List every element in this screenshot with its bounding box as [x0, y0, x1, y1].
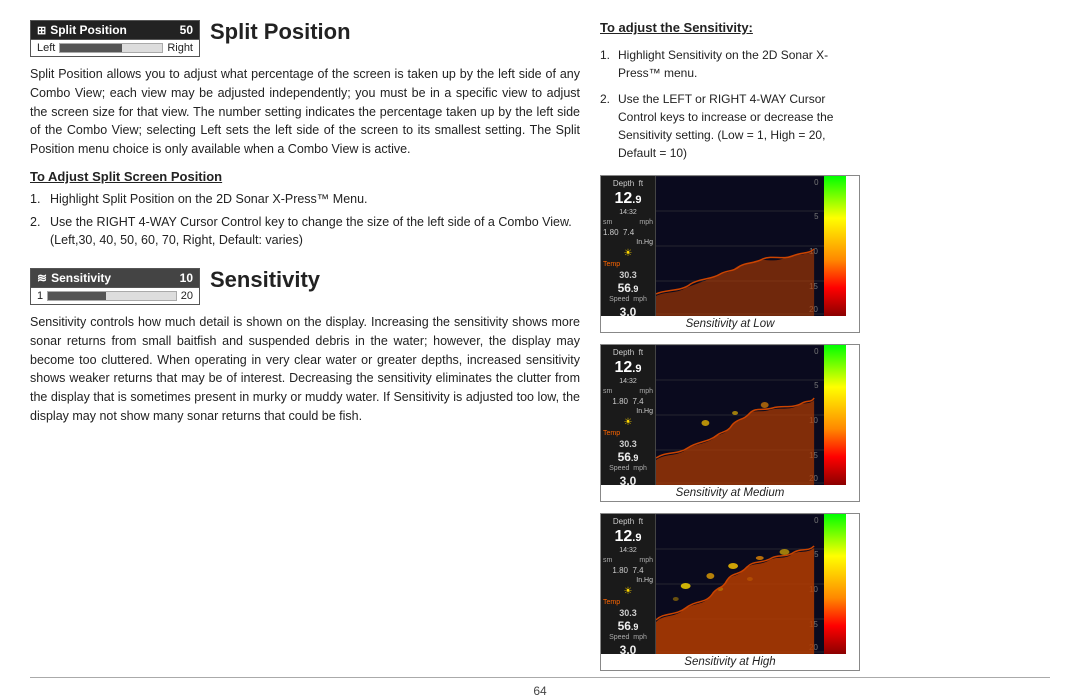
widget-left-label: Left	[37, 42, 55, 54]
sonar-caption-low: Sensitivity at Low	[601, 316, 859, 332]
widget-right-label: Right	[167, 42, 193, 54]
split-steps-list: 1. Highlight Split Position on the 2D So…	[30, 190, 580, 250]
split-position-title: Split Position	[210, 20, 351, 44]
split-slider[interactable]	[59, 43, 163, 53]
sensitivity-body: Sensitivity controls how much detail is …	[30, 313, 580, 426]
page: ⊞ Split Position 50 Left Right Split Pos…	[0, 0, 1080, 688]
sonar-panel-low: Depth ft 12.9 14:32 sm mph 1.80 7.4 In.H…	[600, 175, 860, 333]
sonar-info-med: Depth ft 12.9 14:32 sm mph 1.80 7.4 In.H…	[601, 345, 656, 485]
sens-max: 20	[181, 290, 193, 302]
split-position-header: ⊞ Split Position 50 Left Right Split Pos…	[30, 20, 580, 57]
sens-value: 10	[180, 271, 193, 285]
widget-value: 50	[180, 23, 193, 37]
adjust-split-screen-title: To Adjust Split Screen Position	[30, 169, 580, 184]
depth-label: Depth ft	[613, 179, 643, 189]
sonar-colorbar-low	[824, 176, 846, 316]
sonar-image-low: Depth ft 12.9 14:32 sm mph 1.80 7.4 In.H…	[601, 176, 846, 316]
sonar-display-med: 0 5 10 15 20	[656, 345, 824, 485]
svg-text:5: 5	[814, 381, 819, 390]
svg-text:5: 5	[814, 212, 819, 221]
page-number: 64	[533, 684, 546, 698]
sens-icon: ≋	[37, 271, 47, 285]
sens-slider[interactable]	[47, 291, 177, 301]
time-display: 14:32	[619, 209, 637, 216]
main-content: ⊞ Split Position 50 Left Right Split Pos…	[30, 20, 1050, 677]
sonar-panel-high: Depth ft 12.9 14:32 sm mph 1.80 7.4 In.H…	[600, 513, 860, 671]
sens-right-step-1: 1. Highlight Sensitivity on the 2D Sonar…	[600, 46, 860, 82]
left-column: ⊞ Split Position 50 Left Right Split Pos…	[30, 20, 590, 677]
sonar-colorbar-med	[824, 345, 846, 485]
sens-right-step-2: 2. Use the LEFT or RIGHT 4-WAY Cursor Co…	[600, 90, 860, 162]
split-position-body: Split Position allows you to adjust what…	[30, 65, 580, 159]
svg-text:0: 0	[814, 347, 819, 356]
widget-label: Split Position	[50, 23, 127, 37]
sens-label: Sensitivity	[51, 271, 111, 285]
adjust-sensitivity-heading: To adjust the Sensitivity:	[600, 20, 860, 35]
svg-text:5: 5	[814, 550, 819, 559]
depth-value: 12.9	[615, 191, 642, 207]
sens-widget-top: ≋ Sensitivity 10	[31, 269, 199, 287]
split-icon: ⊞	[37, 24, 46, 37]
sonar-image-med: Depth ft 12.9 14:32 sm mph 1.80 7.4 In.H…	[601, 345, 846, 485]
split-step-1: 1. Highlight Split Position on the 2D So…	[30, 190, 580, 209]
sens-min: 1	[37, 290, 43, 302]
sonar-display-low: 0 5 10 15 20	[656, 176, 824, 316]
sensitivity-steps: 1. Highlight Sensitivity on the 2D Sonar…	[600, 46, 860, 170]
split-step-2: 2. Use the RIGHT 4-WAY Cursor Control ke…	[30, 213, 580, 251]
sensitivity-widget[interactable]: ≋ Sensitivity 10 1 20	[30, 268, 200, 305]
right-column: To adjust the Sensitivity: 1. Highlight …	[600, 20, 860, 677]
widget-top-bar: ⊞ Split Position 50	[31, 21, 199, 39]
sonar-display-high: 0 5 10 15 20	[656, 514, 824, 654]
split-position-widget[interactable]: ⊞ Split Position 50 Left Right	[30, 20, 200, 57]
sonar-caption-med: Sensitivity at Medium	[601, 485, 859, 501]
sonar-info-high: Depth ft 12.9 14:32 sm mph 1.80 7.4 In.H…	[601, 514, 656, 654]
sensitivity-title: Sensitivity	[210, 268, 320, 292]
sensitivity-section: ≋ Sensitivity 10 1 20 Sensitivity	[30, 268, 580, 426]
sonar-image-high: Depth ft 12.9 14:32 sm mph 1.80 7.4 In.H…	[601, 514, 846, 654]
sonar-colorbar-high	[824, 514, 846, 654]
svg-text:0: 0	[814, 516, 819, 525]
svg-text:0: 0	[814, 178, 819, 187]
sonar-panel-med: Depth ft 12.9 14:32 sm mph 1.80 7.4 In.H…	[600, 344, 860, 502]
sensitivity-header: ≋ Sensitivity 10 1 20 Sensitivity	[30, 268, 580, 305]
sun-icon: ☀	[624, 248, 633, 259]
sens-slider-fill	[48, 292, 105, 300]
slider-fill	[60, 44, 121, 52]
sonar-caption-high: Sensitivity at High	[601, 654, 859, 670]
widget-bottom-bar: Left Right	[31, 39, 199, 56]
sonar-info-low: Depth ft 12.9 14:32 sm mph 1.80 7.4 In.H…	[601, 176, 656, 316]
sens-widget-bottom: 1 20	[31, 287, 199, 304]
